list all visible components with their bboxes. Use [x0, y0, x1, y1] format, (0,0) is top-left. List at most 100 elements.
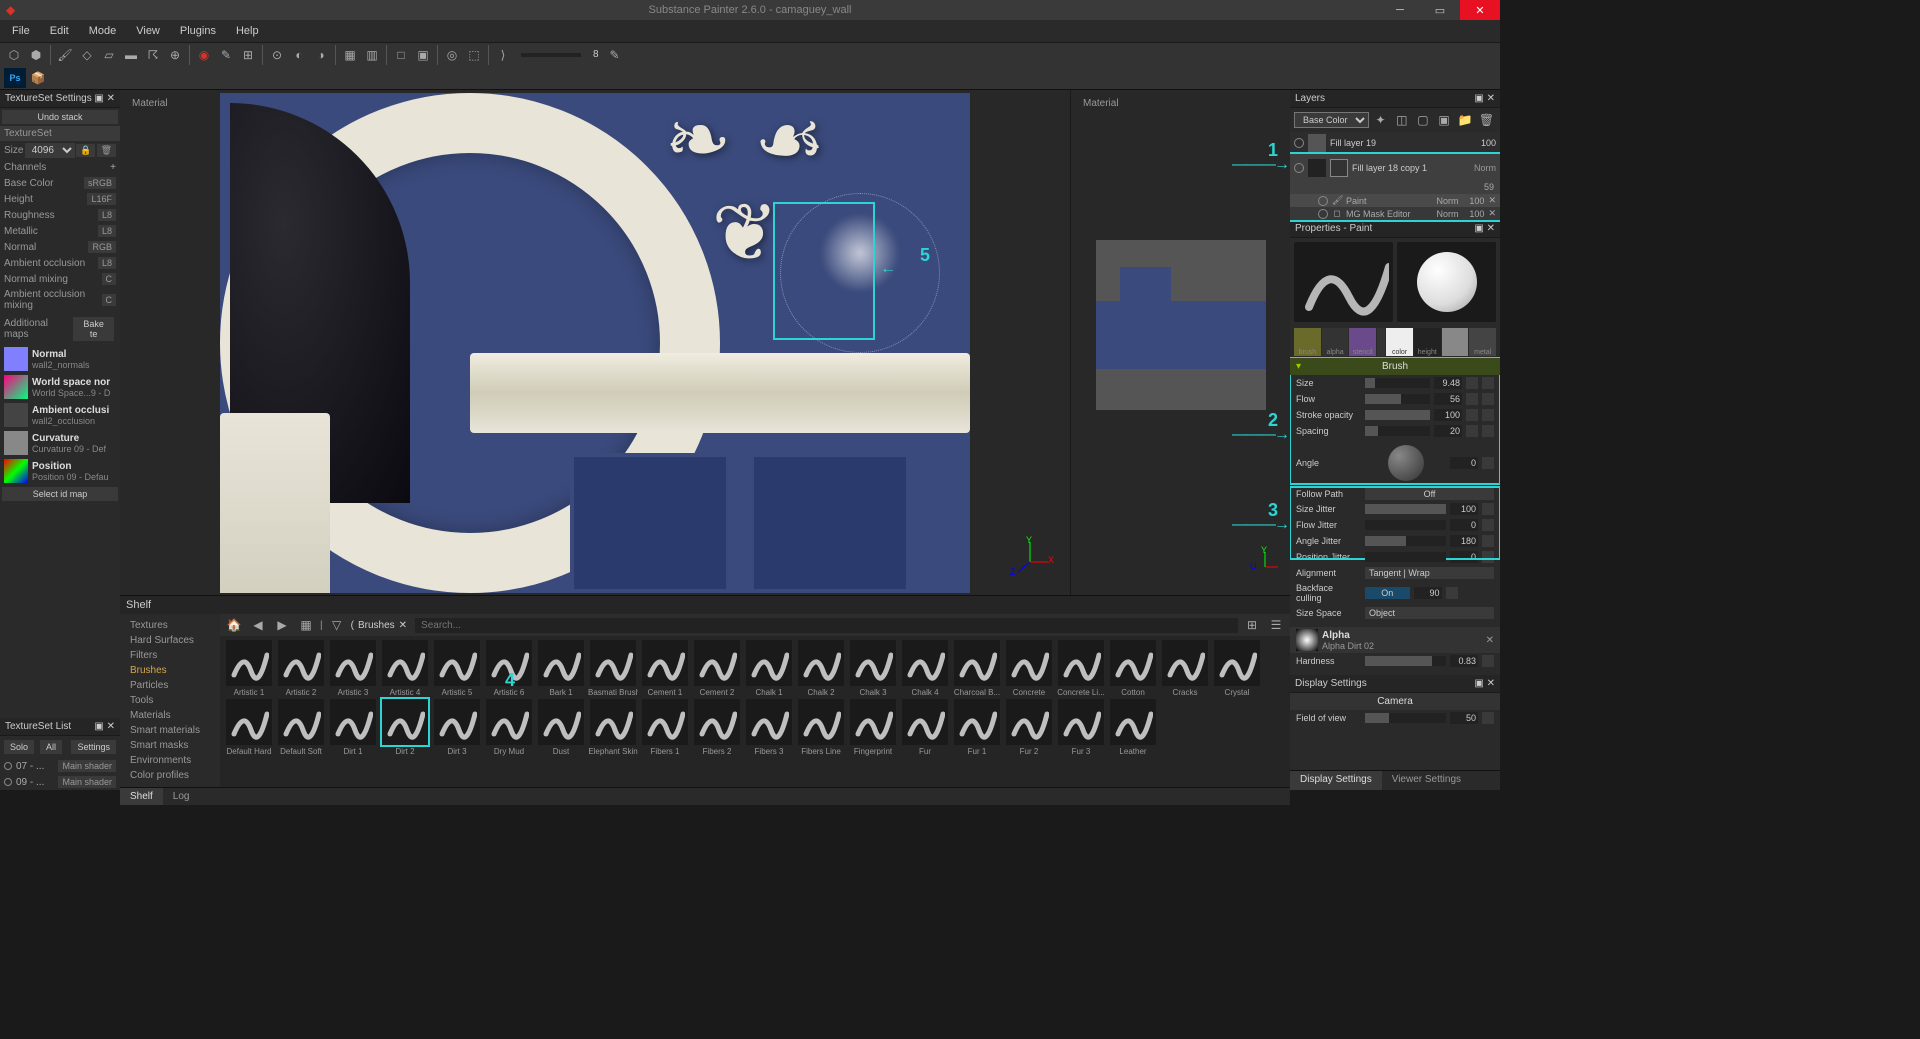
brush-item[interactable]: Bark 1 — [536, 640, 586, 697]
smudge-tool-icon[interactable]: ☈ — [143, 45, 163, 65]
wireframe2-icon[interactable]: ⬢ — [26, 45, 46, 65]
brush-item[interactable]: Concrete — [1004, 640, 1054, 697]
brush-item[interactable]: Dirt 3 — [432, 699, 482, 756]
backface-toggle[interactable]: On — [1365, 587, 1410, 599]
brush-item[interactable]: Fur — [900, 699, 950, 756]
shelf-cat-particles[interactable]: Particles — [120, 678, 220, 693]
slider[interactable] — [1365, 426, 1430, 436]
shelf-breadcrumb[interactable]: Brushes — [358, 620, 395, 631]
layer-opacity-value[interactable]: 59 — [1290, 182, 1500, 194]
hide-icon[interactable]: □ — [391, 45, 411, 65]
uv-icon[interactable]: ⊞ — [238, 45, 258, 65]
sizespace-dropdown[interactable]: Object — [1365, 607, 1494, 619]
undo-stack-button[interactable]: Undo stack — [2, 110, 118, 124]
brush-item[interactable]: Leather — [1108, 699, 1158, 756]
slider[interactable] — [1365, 552, 1446, 562]
menu-help[interactable]: Help — [228, 23, 267, 39]
tab-viewer-settings[interactable]: Viewer Settings — [1382, 771, 1471, 790]
add-layer-icon[interactable]: ▢ — [1413, 110, 1432, 130]
brush-item[interactable]: Fibers 1 — [640, 699, 690, 756]
add-folder-icon[interactable]: 📁 — [1456, 110, 1475, 130]
menu-mode[interactable]: Mode — [81, 23, 125, 39]
iray-icon[interactable]: ⬚ — [464, 45, 484, 65]
fill-tool-icon[interactable]: ▬ — [121, 45, 141, 65]
brush-item[interactable]: Crystal — [1212, 640, 1262, 697]
layers-header[interactable]: Layers▣ ✕ — [1290, 90, 1500, 108]
photoshop-icon[interactable]: Ps — [4, 68, 26, 88]
shelf-cat-smart-materials[interactable]: Smart materials — [120, 723, 220, 738]
fov-slider[interactable] — [1365, 713, 1446, 723]
add-fill-icon[interactable]: ▣ — [1435, 110, 1454, 130]
brush-item[interactable]: Chalk 4 — [900, 640, 950, 697]
clone-tool-icon[interactable]: ⊕ — [165, 45, 185, 65]
brush-item[interactable]: Artistic 3 — [328, 640, 378, 697]
brush-item[interactable]: Elephant Skin — [588, 699, 638, 756]
shelf-cat-materials[interactable]: Materials — [120, 708, 220, 723]
maximize-button[interactable]: ▭ — [1420, 0, 1460, 20]
fov-value[interactable]: 50 — [1450, 712, 1478, 724]
shelf-fwd-icon[interactable]: ▶ — [272, 615, 292, 635]
add-mask-icon[interactable]: ◫ — [1392, 110, 1411, 130]
ao-mixing-dropdown[interactable]: C — [102, 294, 117, 306]
add-effect-icon[interactable]: ✦ — [1371, 110, 1390, 130]
brush-item[interactable]: Fur 3 — [1056, 699, 1106, 756]
brush-item[interactable]: Dust — [536, 699, 586, 756]
perspective-icon[interactable]: ▦ — [340, 45, 360, 65]
shelf-cat-textures[interactable]: Textures — [120, 618, 220, 633]
shelf-cat-color-profiles[interactable]: Color profiles — [120, 768, 220, 783]
ts-settings-button[interactable]: Settings — [71, 740, 116, 754]
eraser-tool-icon[interactable]: ◇ — [77, 45, 97, 65]
brush-item[interactable]: Concrete Li... — [1056, 640, 1106, 697]
layer-fill-19[interactable]: Fill layer 19 100 — [1290, 132, 1500, 154]
slider[interactable] — [1365, 504, 1446, 514]
angle-value[interactable]: 0 — [1450, 457, 1478, 469]
display-settings-header[interactable]: Display Settings▣ ✕ — [1290, 675, 1500, 693]
camera-section-header[interactable]: Camera — [1290, 693, 1500, 710]
polygon-fill-icon[interactable]: ✎ — [216, 45, 236, 65]
out-metal[interactable]: metal — [1469, 328, 1496, 356]
layer-fill-18-copy-1[interactable]: Fill layer 18 copy 1 Norm — [1290, 154, 1500, 182]
menu-file[interactable]: File — [4, 23, 38, 39]
wireframe-icon[interactable]: ⬡ — [4, 45, 24, 65]
shelf-list-icon[interactable]: ☰ — [1266, 615, 1286, 635]
brush-item[interactable]: Artistic 5 — [432, 640, 482, 697]
map-row[interactable]: PositionPosition 09 - Defau — [0, 457, 120, 485]
shelf-grid-icon[interactable]: ⊞ — [1242, 615, 1262, 635]
shelf-cat-filters[interactable]: Filters — [120, 648, 220, 663]
ts-item-09[interactable]: 09 - ...Main shader — [0, 774, 120, 790]
shelf-search-input[interactable] — [415, 618, 1238, 633]
bracket-icon[interactable]: ⟩ — [493, 45, 513, 65]
slider[interactable] — [1365, 378, 1430, 388]
menu-edit[interactable]: Edit — [42, 23, 77, 39]
alpha-remove-icon[interactable]: ✕ — [1486, 635, 1494, 646]
visibility-toggle-icon[interactable] — [1294, 163, 1304, 173]
shelf-cat-tools[interactable]: Tools — [120, 693, 220, 708]
slider[interactable] — [1365, 394, 1430, 404]
out-color[interactable]: color — [1386, 328, 1413, 356]
bake-button[interactable]: Bake te — [73, 317, 114, 341]
symmetry3-icon[interactable]: ◑ — [311, 45, 331, 65]
brush-item[interactable]: Artistic 1 — [224, 640, 274, 697]
brush-item[interactable]: Chalk 1 — [744, 640, 794, 697]
lock-icon[interactable]: 🔒 — [76, 144, 95, 157]
tab-brush[interactable]: brush — [1294, 328, 1321, 356]
brush-section-header[interactable]: ▾Brush — [1290, 358, 1500, 375]
menu-plugins[interactable]: Plugins — [172, 23, 224, 39]
brush-item[interactable]: Fingerprint — [848, 699, 898, 756]
brush-item[interactable]: Artistic 2 — [276, 640, 326, 697]
effect-paint[interactable]: 🖌 Paint Norm 100 ✕ — [1290, 194, 1500, 207]
brush-item[interactable]: Fibers 3 — [744, 699, 794, 756]
shelf-cat-environments[interactable]: Environments — [120, 753, 220, 768]
shelf-header[interactable]: Shelf — [120, 596, 1290, 614]
shelf-cat-smart-masks[interactable]: Smart masks — [120, 738, 220, 753]
ortho-icon[interactable]: ▥ — [362, 45, 382, 65]
menu-view[interactable]: View — [128, 23, 168, 39]
brush-item[interactable]: Default Soft — [276, 699, 326, 756]
tab-display-settings[interactable]: Display Settings — [1290, 771, 1382, 790]
minimize-button[interactable]: ─ — [1380, 0, 1420, 20]
tab-stencil[interactable]: stencil — [1349, 328, 1376, 356]
brush-item[interactable]: Dirt 2 — [380, 699, 430, 756]
projection-tool-icon[interactable]: ▱ — [99, 45, 119, 65]
ts-item-07[interactable]: 07 - ...Main shader — [0, 758, 120, 774]
brush-item[interactable]: Chalk 3 — [848, 640, 898, 697]
